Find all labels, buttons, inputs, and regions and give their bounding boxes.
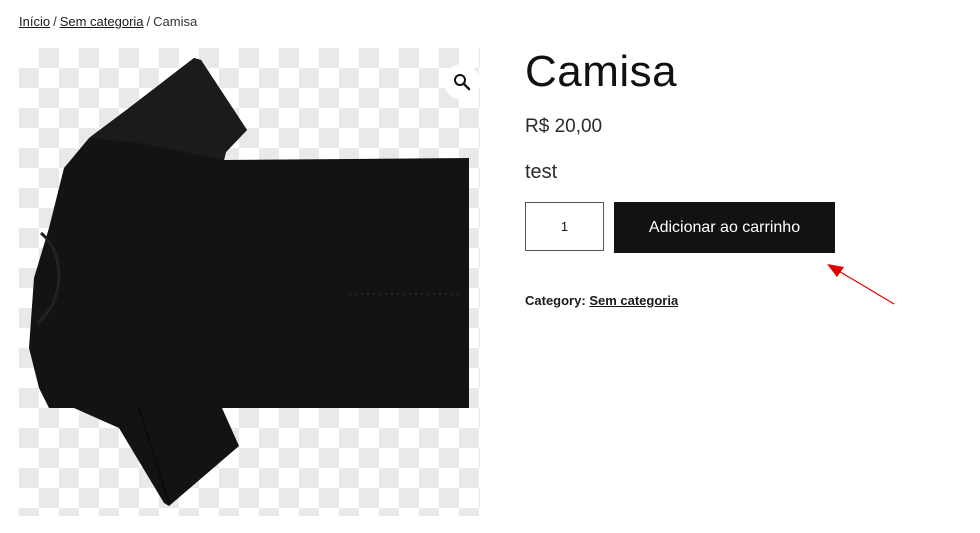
breadcrumb-home-link[interactable]: Início [19, 14, 50, 29]
breadcrumb-separator: / [53, 14, 57, 29]
add-to-cart-button[interactable]: Adicionar ao carrinho [614, 202, 835, 253]
breadcrumb-category-link[interactable]: Sem categoria [60, 14, 144, 29]
product-summary: Camisa R$ 20,00 test Adicionar ao carrin… [525, 47, 945, 308]
add-to-cart-form: Adicionar ao carrinho [525, 202, 835, 253]
product-meta: Category: Sem categoria [525, 293, 678, 308]
product-image-tshirt[interactable] [19, 48, 480, 516]
breadcrumb: Início / Sem categoria / Camisa [19, 14, 197, 29]
product-page: Início / Sem categoria / Camisa Camisa R$ 20… [0, 0, 980, 533]
category-link[interactable]: Sem categoria [589, 293, 678, 308]
annotation-arrow-icon [827, 264, 895, 305]
category-label: Category: [525, 293, 586, 308]
zoom-button[interactable] [444, 64, 480, 100]
product-short-description: test [525, 161, 558, 183]
breadcrumb-current: Camisa [153, 14, 198, 29]
product-gallery [19, 48, 480, 516]
magnifier-icon [454, 74, 471, 91]
product-price: R$ 20,00 [525, 116, 603, 137]
product-title: Camisa [525, 47, 678, 96]
quantity-input[interactable] [525, 202, 604, 251]
breadcrumb-separator: / [146, 14, 151, 29]
